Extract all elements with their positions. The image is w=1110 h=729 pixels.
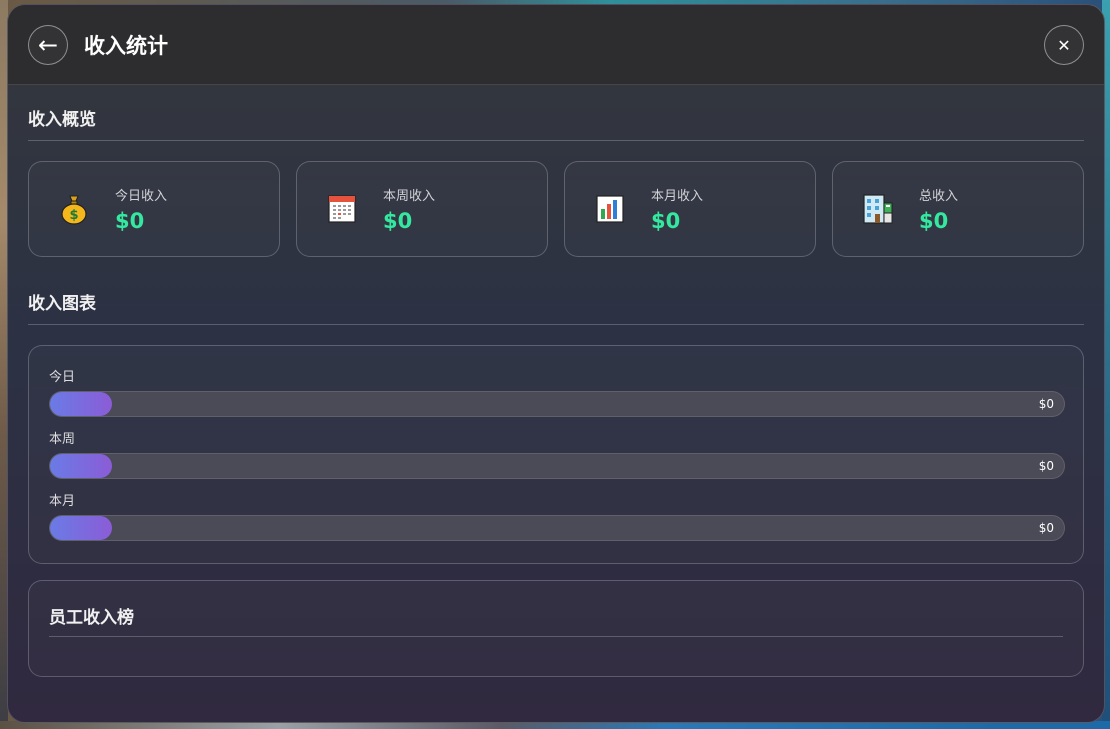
chart-bar <box>50 516 112 540</box>
card-value: $0 <box>115 209 145 233</box>
chart-bar-track: $0 <box>49 515 1065 541</box>
chart-category-label: 今日 <box>49 370 76 385</box>
employee-ranking: 员工收入榜 <box>28 580 1084 677</box>
card-label: 总收入 <box>919 189 959 204</box>
chart-category-label: 本周 <box>49 432 76 447</box>
card-week-income: 本周收入 $0 <box>296 161 548 257</box>
chart-value-label: $0 <box>1038 397 1054 411</box>
card-value: $0 <box>919 209 949 233</box>
close-button[interactable]: ✕ <box>1044 25 1084 65</box>
income-chart: 今日 $0 本周 $0 本月 $0 <box>28 345 1084 564</box>
chart-bar <box>50 454 112 478</box>
card-today-income: $ 今日收入 $0 <box>28 161 280 257</box>
card-total-income: 总收入 $0 <box>832 161 1084 257</box>
overview-section-title: 收入概览 <box>28 85 1084 141</box>
close-icon: ✕ <box>1057 35 1071 55</box>
card-value: $0 <box>383 209 413 233</box>
back-button[interactable]: ← <box>28 24 68 65</box>
chart-bar-track: $0 <box>49 453 1065 479</box>
chart-category-label: 本月 <box>49 494 76 509</box>
overview-cards: $ 今日收入 $0 本周收入 $0 本月收入 $0 总收入 $0 <box>28 161 1084 257</box>
chart-bar-row-month: 本月 $0 <box>49 490 1065 541</box>
building-icon <box>861 192 895 226</box>
card-label: 今日收入 <box>115 189 168 204</box>
chart-bar-row-today: 今日 $0 <box>49 366 1065 417</box>
calendar-icon <box>325 192 359 226</box>
card-month-income: 本月收入 $0 <box>564 161 816 257</box>
chart-bar-row-week: 本周 $0 <box>49 428 1065 479</box>
chart-value-label: $0 <box>1038 459 1054 473</box>
svg-text:$: $ <box>69 208 78 223</box>
bar-chart-icon <box>593 192 627 226</box>
ranking-title: 员工收入榜 <box>49 603 1063 637</box>
income-stats-modal: ← 收入统计 ✕ 收入概览 $ 今日收入 $0 本周收入 $0 本月收入 $0 … <box>7 4 1105 723</box>
card-value: $0 <box>651 209 681 233</box>
chart-bar <box>50 392 112 416</box>
card-label: 本周收入 <box>383 189 436 204</box>
money-bag-icon: $ <box>57 192 91 226</box>
modal-content: 收入概览 $ 今日收入 $0 本周收入 $0 本月收入 $0 总收入 $0 收入… <box>8 85 1104 677</box>
card-label: 本月收入 <box>651 189 704 204</box>
page-title: 收入统计 <box>84 33 168 58</box>
chart-bar-track: $0 <box>49 391 1065 417</box>
back-arrow-icon: ← <box>37 30 59 59</box>
modal-header: ← 收入统计 ✕ <box>8 5 1104 85</box>
chart-value-label: $0 <box>1038 521 1054 535</box>
chart-section-title: 收入图表 <box>28 257 1084 325</box>
